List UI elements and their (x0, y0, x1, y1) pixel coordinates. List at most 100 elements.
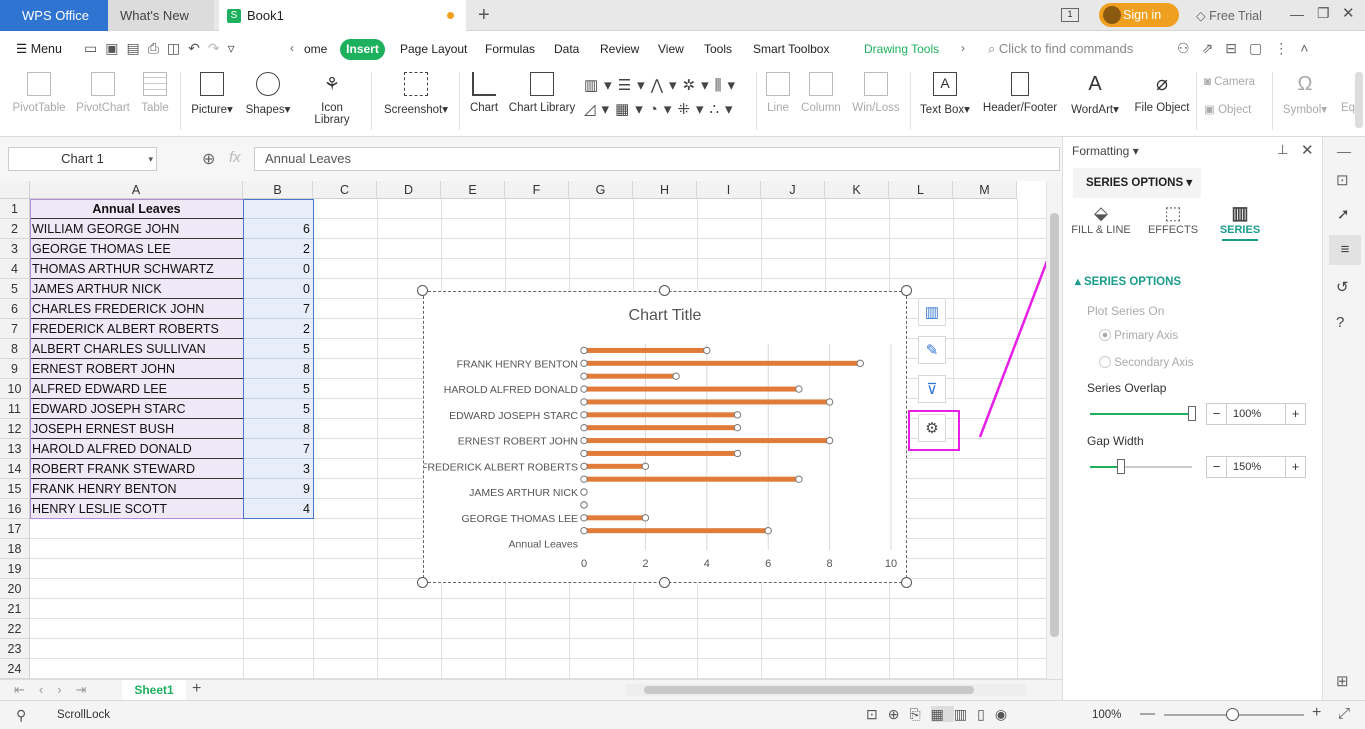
sheet-nav-icons[interactable]: ⇤‹›⇥ (14, 682, 100, 698)
bar-selection-handle[interactable] (580, 385, 588, 393)
plus-icon[interactable]: + (1285, 457, 1305, 477)
bar-selection-handle[interactable] (641, 462, 650, 471)
menu-view[interactable]: View (658, 42, 684, 56)
object-button[interactable]: ▣ Object (1204, 102, 1251, 116)
menu-formulas[interactable]: Formulas (485, 42, 535, 56)
minimize-button[interactable]: — (1290, 6, 1304, 22)
menu-scroll-left-icon[interactable]: ‹ (290, 41, 294, 55)
row-header-4[interactable]: 4 (0, 259, 30, 279)
sidebar-grid-icon[interactable]: ⊞ (1336, 672, 1349, 690)
picture-button[interactable]: Picture▾ (190, 72, 234, 116)
column-header-a[interactable]: A (30, 181, 243, 199)
table-button[interactable]: Table (140, 72, 170, 114)
row-header-16[interactable]: 16 (0, 499, 30, 519)
resize-handle-tm[interactable] (659, 285, 670, 296)
bar-selection-handle[interactable] (733, 411, 742, 419)
column-header-d[interactable]: D (377, 181, 441, 199)
formula-input[interactable]: Annual Leaves (254, 147, 1060, 171)
chart-button[interactable]: Chart (468, 72, 500, 114)
name-cell[interactable]: WILLIAM GEORGE JOHN (30, 219, 243, 239)
column-chart-icon[interactable]: ▥▾ (584, 77, 618, 94)
page-layout-view-icon[interactable]: ▥ (954, 706, 977, 722)
row-header-20[interactable]: 20 (0, 579, 30, 599)
macro-icon[interactable]: ⚲ (16, 707, 26, 724)
bar-selection-handle[interactable] (641, 514, 650, 522)
chart-bar[interactable] (584, 425, 738, 431)
menu-home[interactable]: ome (304, 42, 327, 56)
bar-selection-handle[interactable] (580, 488, 588, 496)
chart-library-button[interactable]: Chart Library (508, 72, 576, 114)
column-header-g[interactable]: G (569, 181, 633, 199)
name-cell[interactable]: FREDERICK ALBERT ROBERTS (30, 319, 243, 339)
value-cell[interactable]: 3 (243, 459, 313, 479)
row-header-17[interactable]: 17 (0, 519, 30, 539)
chart-bar[interactable] (584, 373, 677, 379)
chart-elements-button[interactable]: ▥ (918, 298, 946, 326)
wordart-button[interactable]: A WordArt▾ (1068, 72, 1122, 116)
chart-bar[interactable] (584, 399, 830, 405)
column-header-f[interactable]: F (505, 181, 569, 199)
tab-series[interactable]: ▥ SERIES (1213, 203, 1267, 241)
bar-selection-handle[interactable] (580, 372, 588, 380)
value-cell[interactable]: 5 (243, 399, 313, 419)
bar-selection-handle[interactable] (825, 398, 834, 406)
chart-bar[interactable] (584, 528, 769, 534)
resize-handle-bm[interactable] (659, 577, 670, 588)
resize-handle-bl[interactable] (417, 577, 428, 588)
sidebar-collapse-icon[interactable]: — (1337, 143, 1351, 159)
bar-selection-handle[interactable] (580, 501, 588, 509)
collapse-ribbon-icon[interactable]: ˄ (1300, 40, 1320, 56)
resize-handle-tr[interactable] (901, 285, 912, 296)
sidebar-history-icon[interactable]: ↺ (1336, 278, 1349, 296)
header-cell[interactable]: Annual Leaves (30, 199, 243, 219)
value-cell[interactable]: 5 (243, 339, 313, 359)
tab-whats-new[interactable]: What's New (108, 0, 214, 31)
menu-smart-toolbox[interactable]: Smart Toolbox (753, 42, 829, 56)
sidebar-help-icon[interactable]: ? (1336, 314, 1344, 331)
name-cell[interactable]: GEORGE THOMAS LEE (30, 239, 243, 259)
chart-bar[interactable] (584, 386, 799, 392)
panel-title[interactable]: Formatting ▾ (1072, 144, 1139, 158)
name-cell[interactable]: EDWARD JOSEPH STARC (30, 399, 243, 419)
zoom-level[interactable]: 100% (1092, 709, 1121, 721)
column-header-h[interactable]: H (633, 181, 697, 199)
chart-bar[interactable] (584, 450, 738, 456)
sparkline-column-button[interactable]: Column (800, 72, 842, 114)
primary-axis-radio[interactable]: Primary Axis (1099, 329, 1178, 342)
row-header-2[interactable]: 2 (0, 219, 30, 239)
minus-icon[interactable]: − (1207, 457, 1227, 477)
area-chart-icon[interactable]: ◿▾ (584, 101, 615, 118)
column-header-b[interactable]: B (243, 181, 313, 199)
more-options-icon[interactable]: ⋮ (1274, 40, 1300, 56)
share-icon[interactable]: ⇗ (1202, 40, 1226, 56)
scatter-chart-icon[interactable]: ∴▾ (709, 101, 738, 118)
screenshot-button[interactable]: Screenshot▾ (383, 72, 449, 116)
bar-selection-handle[interactable] (733, 423, 742, 432)
file-object-button[interactable]: ⌀ File Object (1133, 72, 1191, 114)
menu-scroll-right-icon[interactable]: › (961, 41, 965, 55)
name-cell[interactable]: HENRY LESLIE SCOTT (30, 499, 243, 519)
sign-in-button[interactable]: Sign in (1099, 3, 1179, 27)
value-cell[interactable]: 0 (243, 259, 313, 279)
chart-styles-button[interactable]: ✎ (918, 336, 946, 364)
bar-selection-handle[interactable] (703, 346, 711, 355)
name-cell[interactable]: ALBERT CHARLES SULLIVAN (30, 339, 243, 359)
value-cell[interactable]: 4 (243, 499, 313, 519)
value-cell[interactable]: 9 (243, 479, 313, 499)
bar-selection-handle[interactable] (580, 449, 588, 458)
text-box-button[interactable]: A Text Box▾ (919, 72, 971, 116)
column-header-j[interactable]: J (761, 181, 825, 199)
redo-icon[interactable]: ↷ (208, 40, 228, 56)
row-header-9[interactable]: 9 (0, 359, 30, 379)
fullscreen-icon[interactable]: ⤢ (1338, 705, 1350, 722)
series-overlap-value[interactable]: 100% (1233, 408, 1261, 420)
name-cell[interactable]: FRANK HENRY BENTON (30, 479, 243, 499)
export-view-icon[interactable]: ⎘ (909, 706, 930, 722)
row-header-22[interactable]: 22 (0, 619, 30, 639)
chart-filter-button[interactable]: ⊽ (918, 375, 946, 403)
row-header-15[interactable]: 15 (0, 479, 30, 499)
horizontal-scrollbar[interactable] (626, 684, 1026, 696)
bar-selection-handle[interactable] (795, 475, 803, 483)
other-chart-icon[interactable]: ⁜▾ (677, 101, 709, 118)
value-cell[interactable]: 7 (243, 299, 313, 319)
